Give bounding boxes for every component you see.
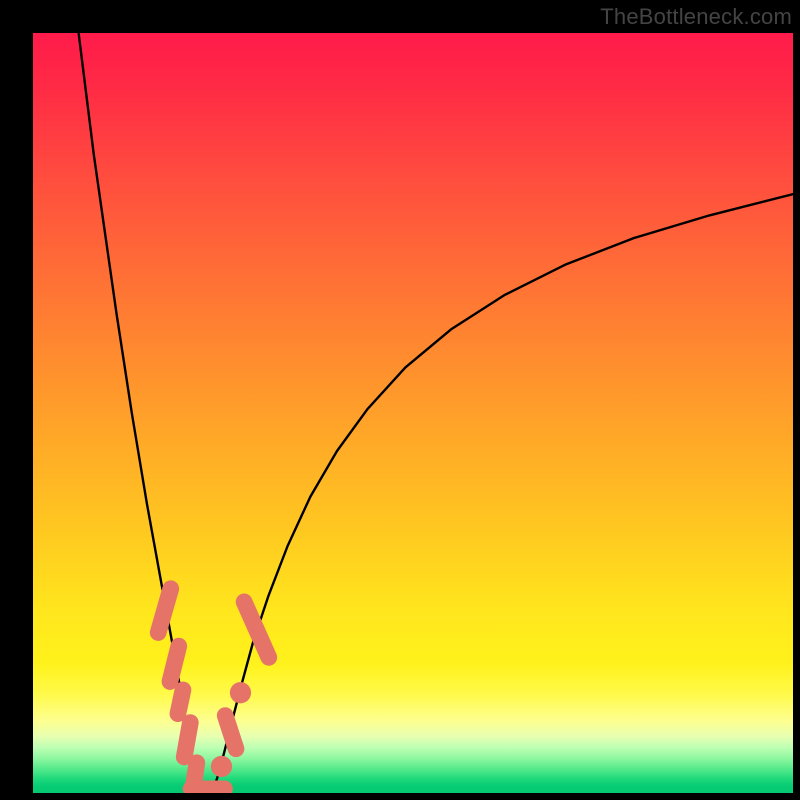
plot-frame: TheBottleneck.com <box>0 0 800 800</box>
curve-marker <box>184 723 190 757</box>
curve-marker <box>170 646 179 681</box>
bottleneck-curve <box>79 33 793 790</box>
bottleneck-curve-chart <box>33 33 793 793</box>
curve-marker <box>225 716 236 749</box>
plot-area <box>33 33 793 793</box>
curve-marker <box>211 756 232 777</box>
curve-marker <box>230 682 251 703</box>
curve-marker <box>178 690 183 714</box>
watermark-text: TheBottleneck.com <box>600 4 792 30</box>
curve-marker <box>244 602 269 658</box>
